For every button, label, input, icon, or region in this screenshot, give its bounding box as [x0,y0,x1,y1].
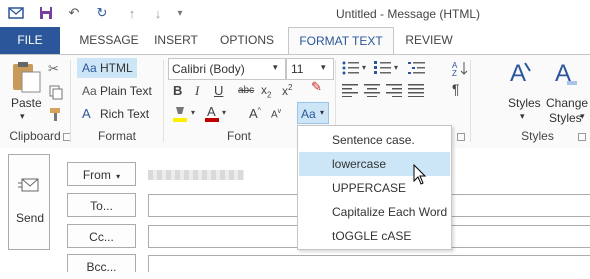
styles-group-label: Styles [521,129,554,143]
plain-aa-icon: Aa [82,84,97,98]
chevron-down-icon[interactable]: ▾ [191,108,195,117]
show-formatting-icon[interactable]: ¶ [452,81,460,97]
rich-text-button[interactable]: Rich Text [100,107,149,121]
from-address-blurred [148,170,244,180]
chevron-down-icon[interactable]: ▾ [520,111,525,122]
font-color-icon[interactable]: A [205,104,219,122]
format-painter-icon[interactable] [48,106,64,125]
send-button[interactable]: Send [8,154,50,250]
align-left-icon[interactable] [342,83,358,97]
align-center-icon[interactable] [364,83,380,97]
paste-dropdown-icon[interactable]: ▾ [20,111,25,122]
font-group-label: Font [226,129,251,143]
chevron-down-icon: ▾ [321,62,326,72]
chevron-down-icon: ▾ [273,62,278,72]
font-name-dropdown[interactable]: Calibri (Body) ▾ [168,58,286,80]
change-case-button[interactable]: Aa ▾ [297,102,329,124]
superscript-icon[interactable]: x2 [282,83,292,98]
chevron-down-icon: ▾ [320,108,325,117]
mouse-cursor-icon [413,163,427,186]
undo-icon[interactable]: ↶ [66,5,82,21]
chevron-down-icon[interactable]: ▾ [222,108,226,117]
html-aa-icon: Aa [82,61,97,75]
change-styles-icon[interactable]: A [553,59,579,87]
change-styles-label-2[interactable]: Styles [549,111,582,125]
menu-item-uppercase[interactable]: UPPERCASE [299,176,450,200]
app-icon[interactable] [8,5,24,21]
quick-access-toolbar: ↶ ↻ ↑ ↓ ▾ Untitled - Message (HTML) [0,0,590,27]
bcc-button[interactable]: Bcc... [67,254,136,274]
paste-icon[interactable] [8,60,42,94]
tab-review[interactable]: REVIEW [398,27,460,54]
chevron-down-icon[interactable]: ▾ [362,63,366,72]
menu-item-toggle-case[interactable]: tOGGLE cASE [299,224,450,248]
from-label: From [82,168,111,182]
grow-font-icon[interactable]: A^ [249,106,261,121]
font-size-dropdown[interactable]: 11 ▾ [286,58,334,80]
chevron-down-icon: ▾ [116,172,121,181]
tab-insert[interactable]: INSERT [146,27,206,54]
html-label: HTML [100,61,133,75]
send-label: Send [16,211,45,225]
window-title: Untitled - Message (HTML) [336,7,481,21]
bcc-field[interactable] [148,255,590,272]
paragraph-launcher-icon[interactable] [457,133,465,141]
to-button[interactable]: To... [67,193,136,217]
tab-options[interactable]: OPTIONS [212,27,282,54]
font-name-value: Calibri (Body) [172,62,245,76]
italic-icon[interactable]: I [195,83,199,99]
change-case-menu: Sentence case. lowercase UPPERCASE Capit… [297,125,452,250]
svg-text:Z: Z [452,69,457,76]
ribbon-tabs: FILE MESSAGE INSERT OPTIONS FORMAT TEXT … [0,27,590,55]
rich-text-icon: A [82,106,91,121]
down-arrow-icon[interactable]: ↓ [150,5,166,21]
format-group-label: Format [97,129,136,143]
numbering-icon[interactable] [374,61,392,75]
copy-icon[interactable] [48,84,64,103]
tab-format-text[interactable]: FORMAT TEXT [288,27,394,55]
justify-icon[interactable] [408,83,424,97]
chevron-down-icon[interactable]: ▾ [580,111,585,122]
clipboard-group-label: Clipboard [9,129,61,143]
divider [470,60,471,142]
bold-icon[interactable]: B [173,83,182,98]
subscript-icon[interactable]: x2 [261,83,271,99]
multilevel-list-icon[interactable] [408,61,426,75]
cut-icon[interactable]: ✂ [48,61,59,77]
bullets-icon[interactable] [342,61,360,75]
styles-launcher-icon[interactable] [578,133,586,141]
send-icon [18,177,40,195]
svg-text:A: A [207,104,216,119]
save-icon[interactable] [38,5,54,21]
highlight-icon[interactable] [172,105,188,123]
change-styles-label-1[interactable]: Change [546,96,588,110]
cc-button[interactable]: Cc... [67,224,136,248]
styles-icon[interactable]: A [508,59,532,87]
tab-message[interactable]: MESSAGE [72,27,146,54]
customize-toolbar-icon[interactable]: ▾ [172,5,188,21]
sort-icon[interactable]: AZ [452,60,470,78]
font-size-value: 11 [291,62,304,76]
format-html-button[interactable]: Aa HTML [77,58,137,78]
menu-item-capitalize-each-word[interactable]: Capitalize Each Word [299,200,450,224]
tab-file[interactable]: FILE [0,27,60,54]
redo-icon[interactable]: ↻ [94,5,110,21]
underline-icon[interactable]: U [214,83,223,98]
clear-formatting-icon[interactable]: ✎ [311,79,322,95]
change-case-icon: Aa [301,107,316,121]
plain-text-button[interactable]: Plain Text [100,84,152,98]
menu-item-sentence-case[interactable]: Sentence case. [299,128,450,152]
chevron-down-icon[interactable]: ▾ [394,63,398,72]
shrink-font-icon[interactable]: Av [271,108,281,120]
up-arrow-icon[interactable]: ↑ [124,5,140,21]
align-right-icon[interactable] [386,83,402,97]
strikethrough-icon[interactable]: abc [238,85,254,96]
from-button[interactable]: From ▾ [67,162,136,186]
paste-label[interactable]: Paste [11,96,42,110]
menu-item-lowercase[interactable]: lowercase [299,152,450,176]
styles-label[interactable]: Styles [508,96,541,110]
svg-text:A: A [510,60,526,87]
